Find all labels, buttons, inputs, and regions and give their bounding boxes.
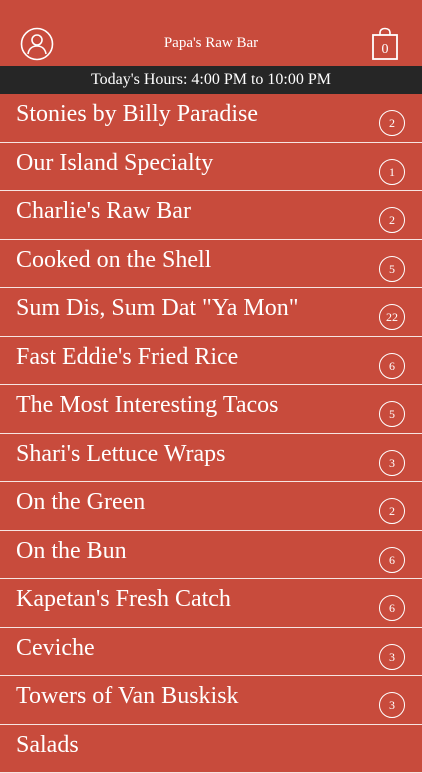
item-count-badge: 22: [379, 304, 405, 330]
hours-banner: Today's Hours: 4:00 PM to 10:00 PM: [0, 66, 422, 94]
item-count-badge: 2: [379, 110, 405, 136]
category-label: Sum Dis, Sum Dat "Ya Mon": [16, 292, 299, 324]
category-row-island-specialty[interactable]: Our Island Specialty 1: [0, 143, 422, 192]
item-count-badge: 3: [379, 644, 405, 670]
item-count-badge: 1: [379, 159, 405, 185]
item-count-badge: 3: [379, 692, 405, 718]
category-label: Shari's Lettuce Wraps: [16, 438, 226, 470]
category-row-fresh-catch[interactable]: Kapetan's Fresh Catch 6: [0, 579, 422, 628]
item-count-badge: 6: [379, 547, 405, 573]
item-count-badge: 2: [379, 207, 405, 233]
category-row-tacos[interactable]: The Most Interesting Tacos 5: [0, 385, 422, 434]
item-count-badge: 6: [379, 595, 405, 621]
shopping-bag-icon: 0: [371, 27, 399, 61]
category-row-raw-bar[interactable]: Charlie's Raw Bar 2: [0, 191, 422, 240]
category-row-towers[interactable]: Towers of Van Buskisk 3: [0, 676, 422, 725]
page-title: Papa's Raw Bar: [0, 33, 422, 53]
category-label: Towers of Van Buskisk: [16, 680, 239, 712]
category-label: On the Bun: [16, 535, 127, 567]
category-row-on-the-bun[interactable]: On the Bun 6: [0, 531, 422, 580]
category-label: Ceviche: [16, 632, 95, 664]
cart-count: 0: [382, 42, 389, 57]
category-list: Stonies by Billy Paradise 2 Our Island S…: [0, 94, 422, 773]
item-count-badge: 5: [379, 256, 405, 282]
category-label: Kapetan's Fresh Catch: [16, 583, 231, 615]
category-row-cooked-shell[interactable]: Cooked on the Shell 5: [0, 240, 422, 289]
category-row-ceviche[interactable]: Ceviche 3: [0, 628, 422, 677]
category-label: Our Island Specialty: [16, 147, 213, 179]
item-count-badge: 5: [379, 401, 405, 427]
category-label: Stonies by Billy Paradise: [16, 98, 258, 130]
category-row-sum-dis[interactable]: Sum Dis, Sum Dat "Ya Mon" 22: [0, 288, 422, 337]
item-count-badge: 3: [379, 450, 405, 476]
item-count-badge: 6: [379, 353, 405, 379]
app-header: Papa's Raw Bar 0: [0, 0, 422, 66]
category-row-on-the-green[interactable]: On the Green 2: [0, 482, 422, 531]
category-row-fried-rice[interactable]: Fast Eddie's Fried Rice 6: [0, 337, 422, 386]
category-row-salads[interactable]: Salads: [0, 725, 422, 773]
category-label: The Most Interesting Tacos: [16, 389, 279, 421]
category-row-lettuce-wraps[interactable]: Shari's Lettuce Wraps 3: [0, 434, 422, 483]
cart-button[interactable]: 0: [371, 27, 399, 61]
category-label: Fast Eddie's Fried Rice: [16, 341, 238, 373]
category-label: On the Green: [16, 486, 145, 518]
category-row-stonies[interactable]: Stonies by Billy Paradise 2: [0, 94, 422, 143]
category-label: Charlie's Raw Bar: [16, 195, 191, 227]
item-count-badge: 2: [379, 498, 405, 524]
category-label: Salads: [16, 729, 79, 761]
category-label: Cooked on the Shell: [16, 244, 211, 276]
